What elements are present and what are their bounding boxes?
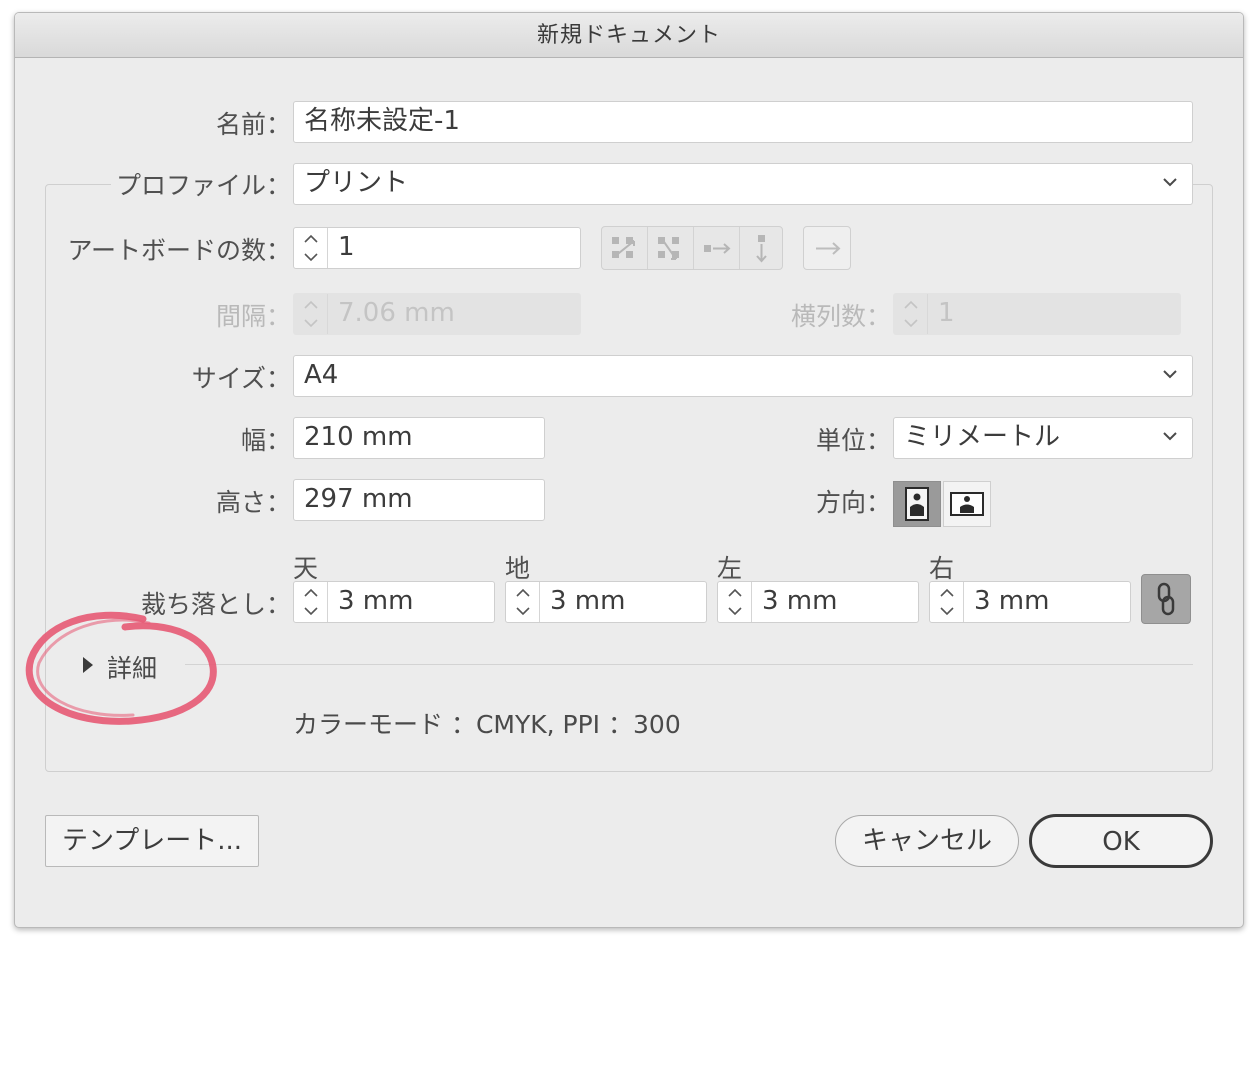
bleed-right-stepper[interactable] <box>930 582 964 622</box>
size-value: A4 <box>304 360 339 390</box>
arrange-by-column-icon <box>756 235 767 263</box>
bleed-right-input[interactable]: 3 mm <box>929 581 1131 623</box>
stepper-arrows-icon <box>304 588 318 616</box>
bleed-top-input[interactable]: 3 mm <box>293 581 495 623</box>
bleed-top-value: 3 mm <box>338 586 414 616</box>
grid-by-column-button[interactable] <box>648 227 694 269</box>
bleed-left-label: 左 <box>717 554 743 583</box>
artboard-arrange-segment[interactable] <box>601 226 783 270</box>
profile-select[interactable]: プリント <box>293 163 1193 205</box>
width-label: 幅： <box>240 426 291 455</box>
cancel-button[interactable]: キャンセル <box>835 815 1019 867</box>
width-input[interactable]: 210 mm <box>293 417 545 459</box>
artboards-label: アートボードの数： <box>67 236 291 265</box>
portrait-page-icon <box>905 487 929 521</box>
arrange-by-row-icon <box>704 243 731 254</box>
profile-value: プリント <box>304 168 409 198</box>
bleed-bottom-value: 3 mm <box>550 586 626 616</box>
height-label: 高さ： <box>215 488 291 517</box>
color-mode-info: カラーモード ：CMYK, PPI ：300 <box>293 710 681 739</box>
stepper-arrows-icon <box>728 588 742 616</box>
templates-button[interactable]: テンプレート... <box>45 815 259 867</box>
portrait-orientation-button[interactable] <box>893 481 941 527</box>
artboards-count-value: 1 <box>338 232 355 262</box>
bleed-left-stepper[interactable] <box>718 582 752 622</box>
layout-direction-button[interactable] <box>803 226 851 270</box>
orientation-label: 方向： <box>815 488 891 517</box>
size-label: サイズ： <box>191 364 291 393</box>
arrange-by-column-button[interactable] <box>740 227 782 269</box>
bleed-left-input[interactable]: 3 mm <box>717 581 919 623</box>
columns-label: 横列数： <box>790 302 891 331</box>
bleed-top-label: 天 <box>293 554 319 583</box>
artboards-stepper[interactable] <box>294 228 328 268</box>
name-label: 名前： <box>215 110 291 139</box>
landscape-orientation-button[interactable] <box>943 481 991 527</box>
dialog-title: 新規ドキュメント <box>15 13 1243 58</box>
grid-by-row-icon <box>612 237 635 258</box>
spacing-stepper[interactable] <box>294 294 328 334</box>
artboards-count-input[interactable]: 1 <box>293 227 581 269</box>
columns-input[interactable]: 1 <box>893 293 1181 335</box>
advanced-divider <box>185 664 1193 665</box>
bleed-right-label: 右 <box>929 554 955 583</box>
units-value: ミリメートル <box>904 422 1061 452</box>
right-to-left-arrow-icon <box>816 242 841 255</box>
stepper-arrows-icon <box>304 300 318 328</box>
name-input[interactable]: 名称未設定-1 <box>293 101 1193 143</box>
bleed-link-button[interactable] <box>1141 574 1191 624</box>
bleed-top-stepper[interactable] <box>294 582 328 622</box>
spacing-input[interactable]: 7.06 mm <box>293 293 581 335</box>
size-select[interactable]: A4 <box>293 355 1193 397</box>
highlight-circle-annotation <box>25 611 217 725</box>
grid-by-row-button[interactable] <box>602 227 648 269</box>
stepper-arrows-icon <box>940 588 954 616</box>
new-document-dialog: 新規ドキュメント 名前： 名称未設定-1 プロファイル： プリント アートボード… <box>14 12 1244 928</box>
arrange-by-row-button[interactable] <box>694 227 740 269</box>
stepper-arrows-icon <box>904 300 918 328</box>
units-label: 単位： <box>815 426 891 455</box>
ok-button[interactable]: OK <box>1029 814 1213 868</box>
columns-stepper[interactable] <box>894 294 928 334</box>
height-input[interactable]: 297 mm <box>293 479 545 521</box>
columns-value: 1 <box>938 298 955 328</box>
chevron-down-icon <box>1163 432 1177 441</box>
stepper-arrows-icon <box>304 234 318 262</box>
profile-label: プロファイル： <box>115 171 291 200</box>
bleed-right-value: 3 mm <box>974 586 1050 616</box>
spacing-value: 7.06 mm <box>338 298 455 328</box>
units-select[interactable]: ミリメートル <box>893 417 1193 459</box>
chain-link-icon <box>1157 582 1175 616</box>
bleed-left-value: 3 mm <box>762 586 838 616</box>
grid-by-column-icon <box>658 237 679 260</box>
spacing-label: 間隔： <box>215 302 291 331</box>
landscape-page-icon <box>950 492 984 516</box>
bleed-bottom-label: 地 <box>505 554 531 583</box>
chevron-down-icon <box>1163 370 1177 379</box>
bleed-bottom-stepper[interactable] <box>506 582 540 622</box>
chevron-down-icon <box>1163 178 1177 187</box>
bleed-bottom-input[interactable]: 3 mm <box>505 581 707 623</box>
stepper-arrows-icon <box>516 588 530 616</box>
